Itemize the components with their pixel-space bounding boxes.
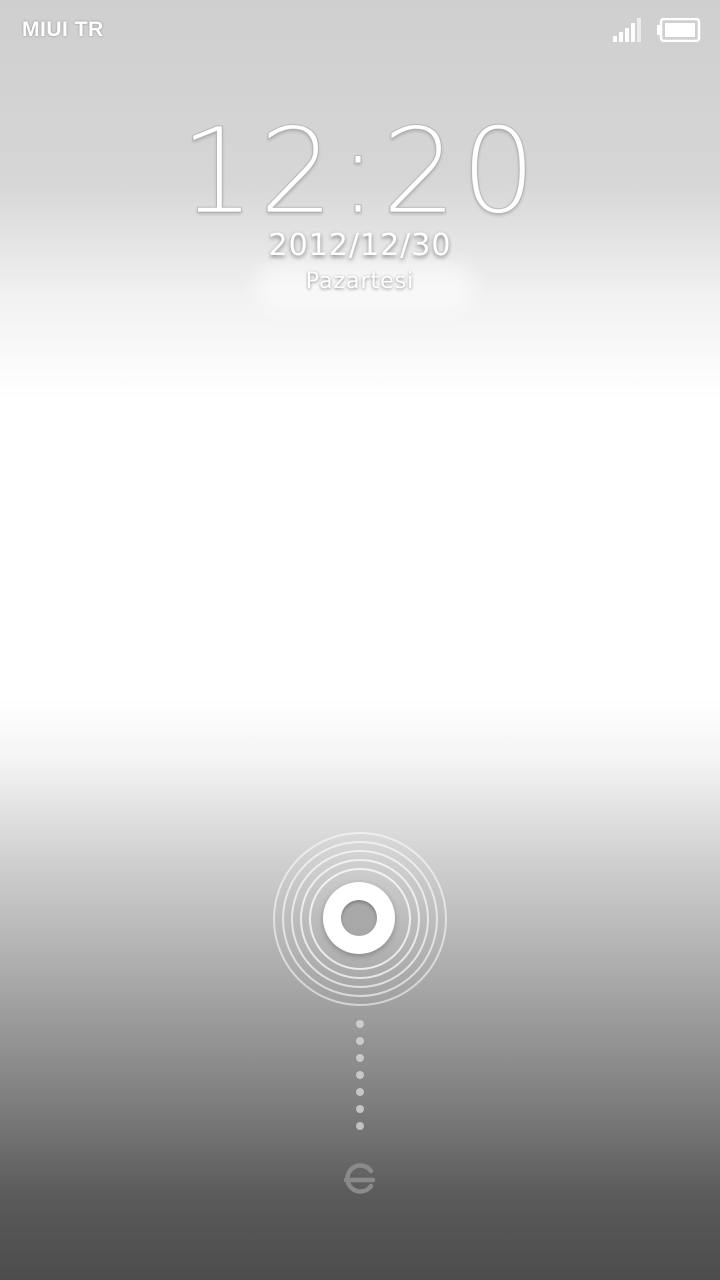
lockscreen-date: 2012/12/30 — [268, 228, 452, 263]
track-dot — [356, 1071, 364, 1079]
track-dot — [356, 1122, 364, 1130]
track-dot — [356, 1054, 364, 1062]
unlock-handle-center — [341, 900, 377, 936]
lockscreen-weekday: Pazartesi — [305, 269, 415, 294]
unlock-handle-icon[interactable] — [323, 882, 395, 954]
unlock-target-icon[interactable] — [340, 1160, 378, 1198]
track-dot — [356, 1020, 364, 1028]
battery-icon — [657, 18, 701, 42]
carrier-label: MIUI TR — [22, 18, 104, 41]
status-bar: MIUI TR — [0, 0, 720, 60]
unlock-track — [354, 1020, 366, 1136]
track-dot — [356, 1088, 364, 1096]
track-dot — [356, 1037, 364, 1045]
lockscreen-clock: 12:20 — [179, 102, 541, 240]
track-dot — [356, 1105, 364, 1113]
signal-icon — [613, 18, 641, 42]
